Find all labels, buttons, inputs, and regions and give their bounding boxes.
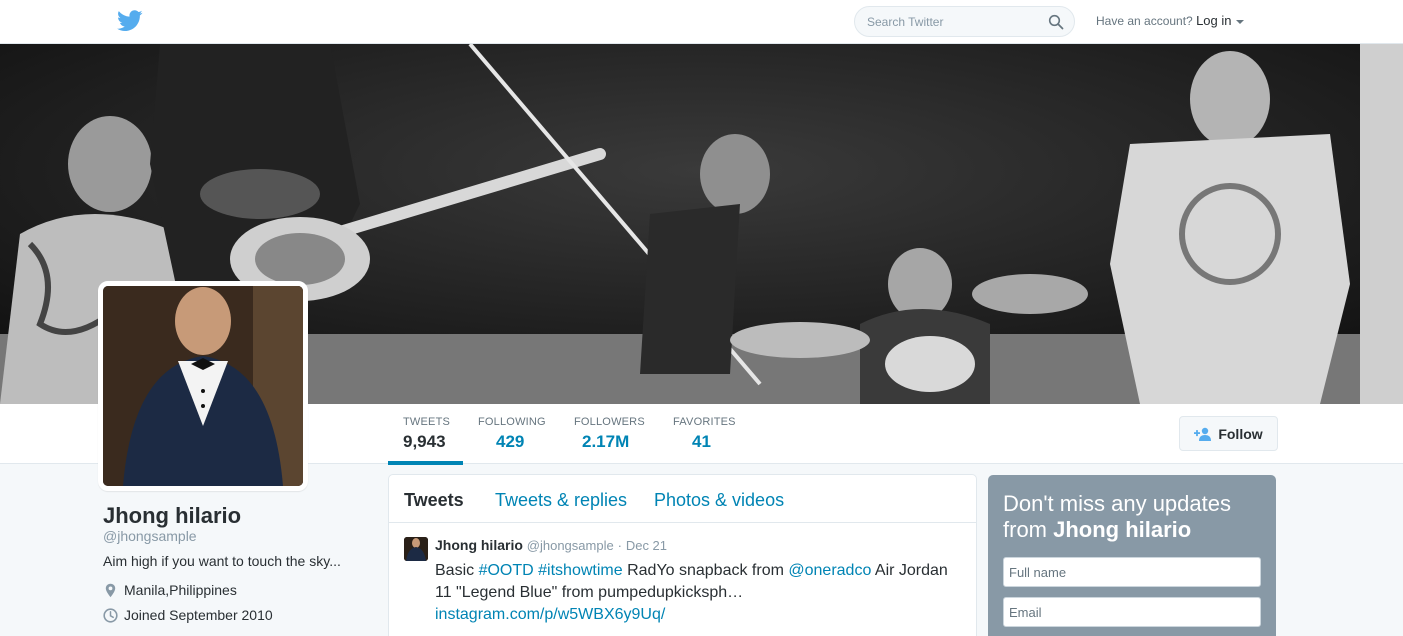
have-account-text: Have an account? [1096,14,1193,28]
profile-joined: Joined September 2010 [103,607,273,623]
hashtag-link[interactable]: #itshowtime [538,562,622,579]
search-icon[interactable] [1048,14,1064,30]
tab-tweets-replies[interactable]: Tweets & replies [495,490,627,511]
profile-bio: Aim high if you want to touch the sky... [103,553,341,569]
tab-photos-videos[interactable]: Photos & videos [654,490,784,511]
tweet-avatar[interactable] [404,537,428,561]
follow-label: Follow [1218,425,1263,442]
email-field[interactable] [1003,597,1261,627]
tab-tweets[interactable]: Tweets [404,490,464,511]
stat-label: FAVORITES [673,416,736,428]
tweet-timestamp[interactable]: Dec 21 [626,538,667,553]
tweet-url-link[interactable]: instagram.com/p/w5WBX6y9Uq/ [435,606,665,623]
avatar[interactable] [98,281,308,491]
calendar-icon [103,607,118,623]
caret-down-icon[interactable] [1235,19,1244,24]
tweet-text-part: RadYo snapback from [622,562,789,579]
stat-label: FOLLOWERS [574,416,645,428]
joined-text: Joined September 2010 [124,607,273,623]
timeline-tabs: Tweets Tweets & replies Photos & videos [389,475,976,523]
stat-following[interactable]: FOLLOWING 429 [478,416,546,452]
full-name-field[interactable] [1003,557,1261,587]
search-box[interactable] [854,6,1075,37]
stat-value: 9,943 [403,432,446,451]
twitter-bird-icon[interactable] [117,10,143,32]
tweet-author-name[interactable]: Jhong hilario [435,537,523,553]
search-input[interactable] [867,13,1047,31]
profile-handle[interactable]: @jhongsample [103,528,197,544]
tweet-text: Basic #OOTD #itshowtime RadYo snapback f… [435,560,960,626]
tweet-separator: · [617,538,622,553]
tweet-header: Jhong hilario @jhongsample · Dec 21 [435,537,667,553]
top-nav: Have an account? Log in [0,0,1403,44]
stat-tweets[interactable]: TWEETS 9,943 [403,416,450,452]
account-prompt: Have an account? Log in [1096,13,1244,28]
stat-value: 2.17M [582,432,630,451]
active-tab-indicator [388,461,463,465]
signup-heading: Don't miss any updates from Jhong hilari… [1003,491,1263,543]
stat-value: 41 [692,432,711,451]
stat-followers[interactable]: FOLLOWERS 2.17M [574,416,645,452]
stat-label: FOLLOWING [478,416,546,428]
location-pin-icon [105,583,116,597]
stat-value: 429 [496,432,525,451]
signup-heading-name: Jhong hilario [1053,517,1192,542]
add-user-icon [1194,427,1212,441]
location-text: Manila,Philippines [124,582,237,598]
signup-module: Don't miss any updates from Jhong hilari… [988,475,1276,636]
profile-name[interactable]: Jhong hilario [103,503,241,529]
profile-location: Manila,Philippines [103,582,237,598]
hashtag-link[interactable]: #OOTD [479,562,534,579]
follow-button[interactable]: Follow [1179,416,1278,451]
timeline: Tweets Tweets & replies Photos & videos … [388,474,977,636]
stat-favorites[interactable]: FAVORITES 41 [673,416,736,452]
tweet-text-part: Basic [435,562,479,579]
mention-link[interactable]: @oneradco [788,562,871,579]
stat-label: TWEETS [403,416,451,428]
login-button[interactable]: Log in [1196,13,1231,28]
tweet-author-handle[interactable]: @jhongsample [527,538,614,553]
